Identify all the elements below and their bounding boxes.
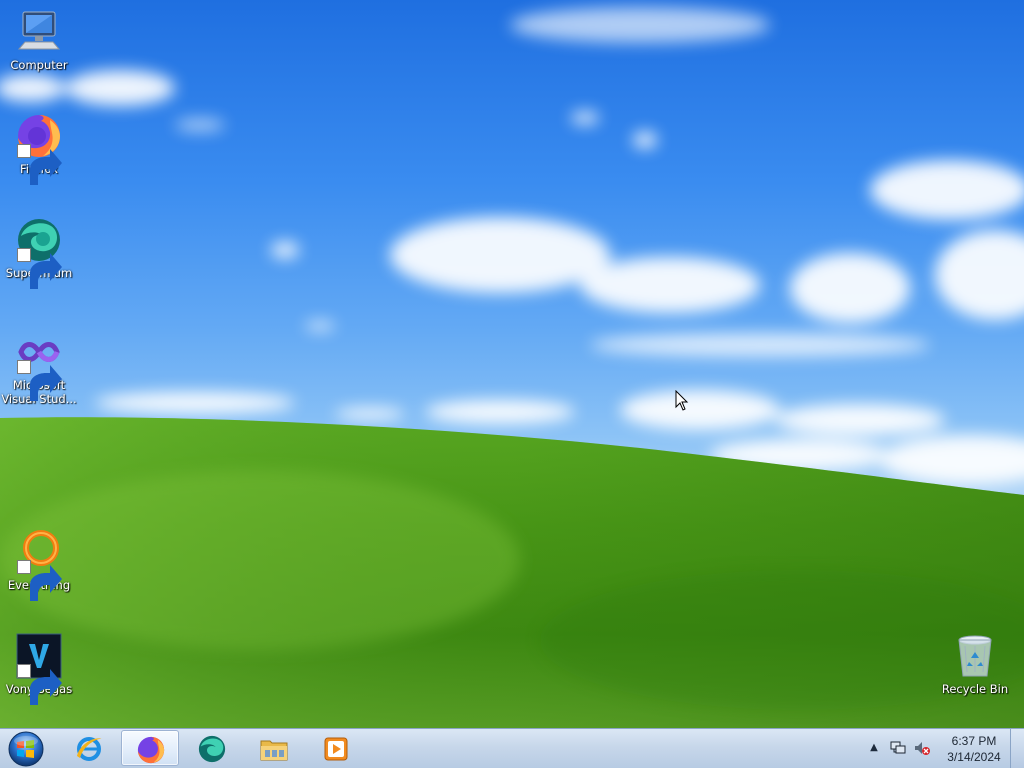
desktop-icon-recycle-bin[interactable]: Recycle Bin bbox=[936, 632, 1014, 696]
visual-studio-icon bbox=[15, 328, 63, 401]
shortcut-arrow-icon bbox=[17, 248, 62, 289]
clock-date: 3/14/2024 bbox=[947, 750, 1001, 764]
media-player-icon bbox=[324, 737, 348, 761]
firefox-icon bbox=[137, 736, 165, 764]
clock-time: 6:37 PM bbox=[951, 734, 997, 748]
taskbar-button-file-explorer[interactable] bbox=[245, 730, 303, 766]
firefox-icon bbox=[15, 112, 63, 185]
desktop-icon-label: Computer bbox=[10, 58, 68, 72]
taskbar: ▲ 6:37 PM 3/14/2024 bbox=[0, 728, 1024, 768]
recycle-bin-icon bbox=[951, 632, 999, 680]
everything-icon bbox=[15, 528, 63, 601]
taskbar-button-media-player[interactable] bbox=[307, 730, 365, 766]
desktop-icon-visual-studio[interactable]: Microsoft Visual Stud... bbox=[0, 328, 78, 406]
clouds bbox=[0, 7, 1024, 485]
start-button[interactable] bbox=[4, 730, 48, 768]
file-explorer-icon bbox=[260, 740, 288, 761]
computer-icon bbox=[15, 8, 63, 56]
desktop-icon-label: Recycle Bin bbox=[941, 682, 1009, 696]
desktop-icon-everything[interactable]: Everything bbox=[0, 528, 78, 601]
taskbar-button-internet-explorer[interactable] bbox=[60, 730, 118, 766]
desktop-icon-computer[interactable]: Computer bbox=[0, 8, 78, 72]
shortcut-arrow-icon bbox=[17, 360, 62, 401]
desktop-icon-vony-segas[interactable]: Vony Segas bbox=[0, 632, 78, 705]
network-icon[interactable] bbox=[889, 739, 907, 757]
shortcut-arrow-icon bbox=[17, 144, 62, 185]
vony-segas-icon bbox=[15, 632, 63, 705]
mouse-cursor-icon bbox=[675, 390, 689, 411]
supermium-icon bbox=[15, 216, 63, 289]
show-desktop-button[interactable] bbox=[1010, 729, 1024, 768]
desktop-icon-firefox[interactable]: Firefox bbox=[0, 112, 78, 185]
desktop[interactable]: Computer Firefox Supermium bbox=[0, 0, 1024, 728]
bliss-wallpaper bbox=[0, 7, 1024, 728]
supermium-icon bbox=[198, 735, 226, 763]
volume-muted-icon[interactable] bbox=[913, 739, 931, 757]
shortcut-arrow-icon bbox=[17, 664, 62, 705]
internet-explorer-icon bbox=[77, 737, 102, 761]
taskbar-button-firefox[interactable] bbox=[121, 730, 179, 766]
shortcut-arrow-icon bbox=[17, 560, 62, 601]
tray-show-hidden-icons-button[interactable]: ▲ bbox=[866, 739, 882, 757]
desktop-icon-supermium[interactable]: Supermium bbox=[0, 216, 78, 289]
taskbar-button-supermium[interactable] bbox=[183, 730, 241, 766]
windows-start-orb-icon bbox=[8, 731, 44, 767]
taskbar-clock[interactable]: 6:37 PM 3/14/2024 bbox=[938, 733, 1010, 765]
